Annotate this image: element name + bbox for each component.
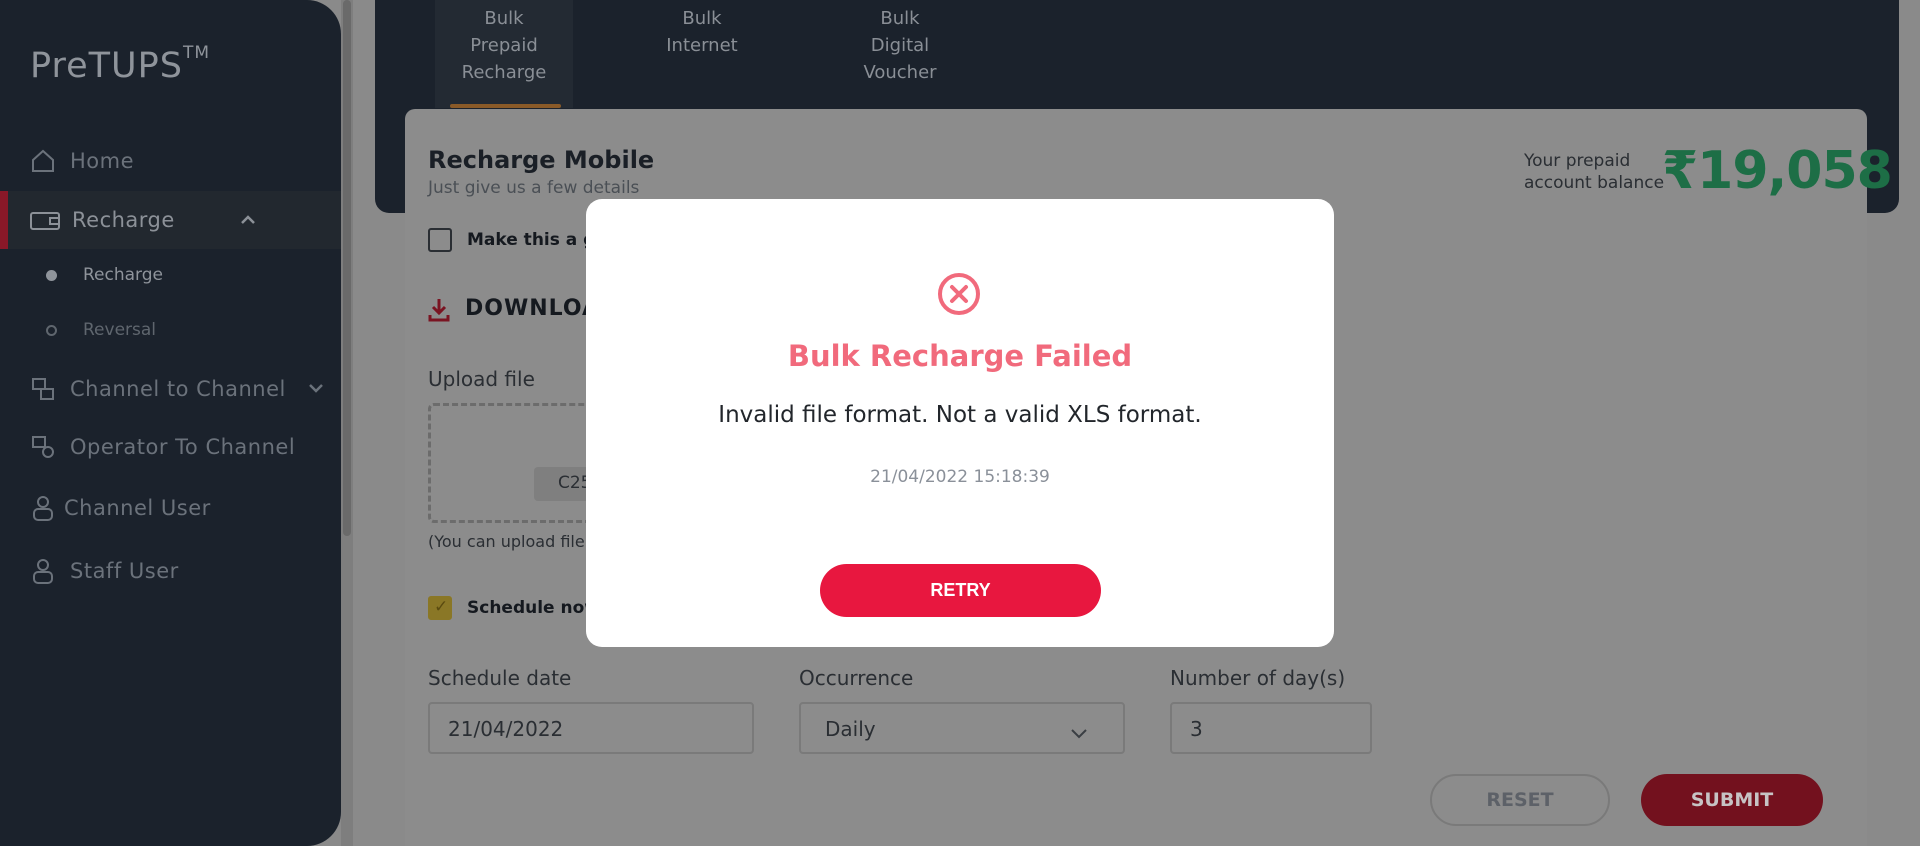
chevron-down-icon	[1071, 720, 1087, 744]
tab-label: Bulk Internet	[666, 8, 738, 56]
gift-checkbox[interactable]	[428, 228, 452, 252]
schedule-now-label: Schedule now	[467, 598, 600, 618]
chevron-up-icon[interactable]	[241, 212, 255, 228]
recharge-icon	[30, 205, 60, 235]
sidebar-item-label: Recharge	[72, 208, 175, 232]
balance-value: ₹19,058	[1662, 141, 1893, 201]
sidebar-item-label: Home	[70, 149, 135, 173]
schedule-now-checkbox[interactable]	[428, 596, 452, 620]
download-template-link[interactable]: DOWNLOA	[465, 296, 600, 321]
sidebar-item-label: Staff User	[70, 559, 179, 583]
schedule-date-label: Schedule date	[428, 666, 572, 690]
dialog-timestamp: 21/04/2022 15:18:39	[870, 467, 1050, 487]
page-subtitle: Just give us a few details	[428, 178, 640, 198]
page-title: Recharge Mobile	[428, 146, 655, 174]
sidebar-item-label: Operator To Channel	[70, 435, 296, 459]
occurrence-select[interactable]: Daily	[799, 702, 1125, 754]
home-icon	[28, 146, 58, 176]
tab-active-indicator	[450, 104, 561, 108]
error-dialog: Bulk Recharge Failed Invalid file format…	[586, 199, 1334, 647]
dialog-message: Invalid file format. Not a valid XLS for…	[718, 402, 1202, 428]
download-icon[interactable]	[428, 297, 450, 327]
sidebar-item-channel-to-channel[interactable]: Channel to Channel	[0, 360, 341, 418]
dialog-title: Bulk Recharge Failed	[787, 339, 1133, 373]
occurrence-label: Occurrence	[799, 666, 914, 690]
sidebar-item-operator-to-channel[interactable]: Operator To Channel	[0, 418, 341, 476]
sidebar: PreTUPSTM Home Recharge Recharge Reversa…	[0, 0, 341, 846]
sidebar-item-channel-user[interactable]: Channel User	[0, 479, 341, 537]
sidebar-subitem-label: Recharge	[83, 265, 163, 285]
upload-file-label: Upload file	[428, 367, 535, 391]
user-icon	[28, 493, 58, 523]
chevron-down-icon[interactable]	[309, 381, 323, 397]
gift-label: Make this a gi	[467, 230, 602, 250]
tab-label: Bulk Prepaid Recharge	[461, 8, 547, 83]
submit-button[interactable]: SUBMIT	[1641, 774, 1823, 826]
sidebar-item-label: Channel to Channel	[70, 377, 286, 401]
channel-icon	[28, 374, 58, 404]
sidebar-item-home[interactable]: Home	[0, 132, 341, 190]
balance-label: Your prepaid account balance	[1524, 151, 1665, 193]
occurrence-value: Daily	[825, 717, 876, 741]
sidebar-subitem-recharge[interactable]: Recharge	[0, 255, 341, 295]
days-label: Number of day(s)	[1170, 666, 1346, 690]
tab-bulk-digital-voucher[interactable]: Bulk Digital Voucher	[830, 0, 970, 108]
sidebar-item-recharge[interactable]: Recharge	[0, 191, 341, 249]
sidebar-item-label: Channel User	[64, 496, 211, 520]
schedule-date-input[interactable]: 21/04/2022	[428, 702, 754, 754]
operator-icon	[28, 432, 58, 462]
sidebar-subitem-label: Reversal	[83, 320, 157, 340]
sidebar-item-staff-user[interactable]: Staff User	[0, 542, 341, 600]
app-logo[interactable]: PreTUPSTM	[30, 43, 210, 86]
days-input[interactable]: 3	[1170, 702, 1372, 754]
error-circle-icon	[937, 272, 981, 316]
staff-icon	[28, 556, 58, 586]
tab-label: Bulk Digital Voucher	[863, 8, 937, 83]
reset-button[interactable]: RESET	[1430, 774, 1610, 826]
tab-bulk-internet[interactable]: Bulk Internet	[632, 0, 772, 108]
retry-button[interactable]: RETRY	[820, 564, 1101, 617]
bullet-icon	[46, 269, 57, 281]
bullet-outline-icon	[46, 324, 57, 336]
sidebar-scrollbar-thumb[interactable]	[343, 0, 351, 536]
upload-hint: (You can upload file	[428, 532, 585, 551]
tab-bulk-prepaid-recharge[interactable]: Bulk Prepaid Recharge	[435, 0, 573, 108]
sidebar-subitem-reversal[interactable]: Reversal	[0, 310, 341, 350]
